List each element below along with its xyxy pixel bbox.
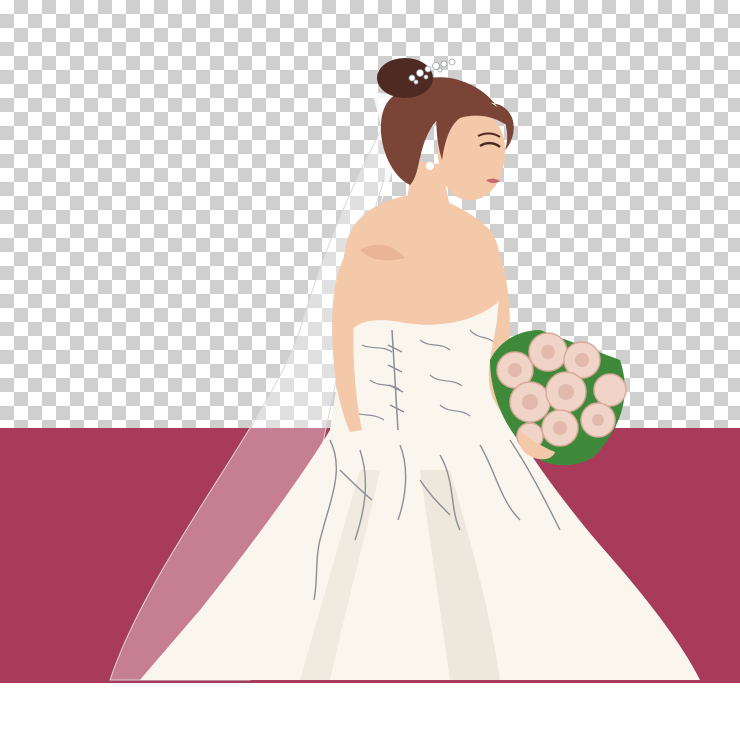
earring — [426, 162, 434, 170]
bare-back — [341, 195, 502, 330]
bride-illustration-canvas — [0, 0, 740, 740]
bride-artwork — [109, 58, 700, 681]
